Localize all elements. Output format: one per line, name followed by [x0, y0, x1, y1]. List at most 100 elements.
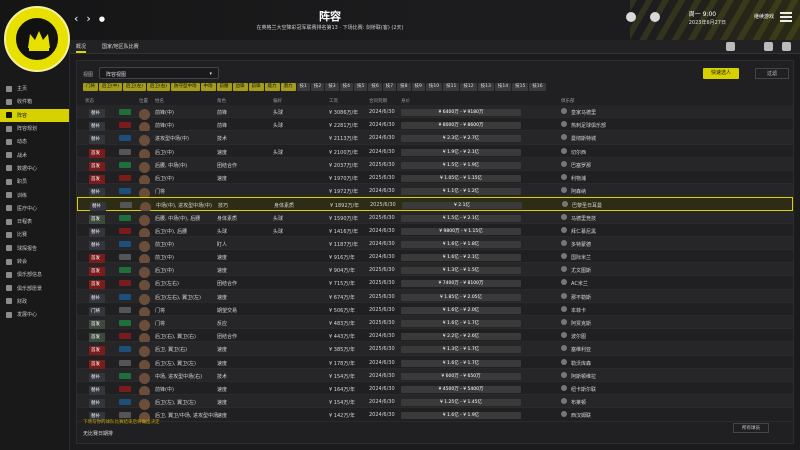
filter-chip[interactable]: 门将 [83, 83, 98, 91]
notification-icon[interactable] [726, 42, 735, 51]
table-row[interactable]: 门将 门将 期望交易 ¥ 506万/年 2025/6/30 ¥ 1.6亿 - ¥ 2.0亿… [77, 303, 793, 318]
table-row[interactable]: 替补 后卫, 翼卫/中场, 进攻型中场 速度 ¥ 142万/年 2024/6/30 ¥ 1… [77, 408, 793, 424]
col-role[interactable]: 角色 [217, 98, 226, 104]
sidebar-item-17[interactable]: 发展中心 [0, 308, 69, 321]
table-row[interactable]: 首发 门将 反应 ¥ 483万/年 2025/6/30 ¥ 1.6亿 - ¥ 1.7亿 阿贾… [77, 316, 793, 331]
filter-chip[interactable]: 技16 [529, 83, 546, 91]
filter-chip[interactable]: 后卫(中) [99, 83, 123, 91]
filter-chip[interactable]: 边锋 [232, 83, 248, 91]
filter-chip[interactable]: 技5 [354, 83, 368, 91]
table-row[interactable]: 首发 后卫(中) 速度 ¥ 1970万/年 2025/6/30 ¥ 1.05亿 - ¥ 1… [77, 171, 793, 186]
col-wage[interactable]: 工资 [329, 98, 338, 104]
player-role: 前锋 [217, 123, 228, 130]
table-row[interactable]: 首发 后卫(中) 速度 头球 ¥ 2100万/年 2024/6/30 ¥ 1.9亿 - ¥ … [77, 145, 793, 160]
filter-chip[interactable]: 技13 [477, 83, 494, 91]
col-position[interactable]: 位置 [139, 98, 148, 104]
sidebar-item-6[interactable]: 数据中心 [0, 162, 69, 175]
filter-chip[interactable]: 技3 [325, 83, 339, 91]
sidebar-item-8[interactable]: 训练 [0, 188, 69, 201]
club-badge[interactable] [4, 6, 70, 72]
table-row[interactable]: 首发 后腰, 中场(中) 团结合作 ¥ 2037万/年 2025/6/30 ¥ 1.5亿 … [77, 157, 793, 173]
table-row[interactable]: 替补 中场(中), 进攻型中场(中) 技巧 身体素质 ¥ 1892万/年 2025/6/3… [77, 197, 793, 214]
table-row[interactable]: 首发 后腰, 中场(中), 后腰 身体素质 头球 ¥ 1590万/年 2025/6/30 ¥… [77, 210, 793, 226]
filter-chip[interactable]: 技8 [397, 83, 411, 91]
col-pref[interactable]: 偏好 [273, 98, 282, 104]
table-row[interactable]: 首发 后卫(右), 翼卫(右) 团结合作 ¥ 443万/年 2024/6/30 ¥ 2.2… [77, 329, 793, 345]
sidebar-item-5[interactable]: 战术 [0, 148, 69, 161]
sidebar-item-12[interactable]: 球探报告 [0, 242, 69, 255]
table-row[interactable]: 替补 进攻型中场(中) 技术 ¥ 2113万/年 2024/6/30 ¥ 2.3亿 - ¥… [77, 131, 793, 147]
table-row[interactable]: 首发 前卫(中) 速度 ¥ 916万/年 2024/6/30 ¥ 1.6亿 - ¥ 2.1… [77, 250, 793, 266]
sidebar-item-14[interactable]: 俱乐部信息 [0, 268, 69, 281]
table-row[interactable]: 替补 前锋(中) 前锋 头球 ¥ 2281万/年 2024/6/30 ¥ 8000万 - ¥… [77, 118, 793, 134]
player-filter-select[interactable]: 所有球员 [733, 423, 769, 433]
table-row[interactable]: 首发 后卫, 翼卫(右) 速度 ¥ 385万/年 2025/6/30 ¥ 1.3亿 - ¥… [77, 342, 793, 358]
table-row[interactable]: 首发 后卫(左右) 团结合作 ¥ 715万/年 2025/6/30 ¥ 7400万 - ¥… [77, 276, 793, 292]
filter-chip[interactable]: 前锋 [248, 83, 264, 91]
hamburger-menu-icon[interactable] [780, 12, 792, 24]
sidebar-item-4[interactable]: 动态 [0, 135, 69, 148]
filter-chip[interactable]: 后卫(右) [147, 83, 171, 91]
table-row[interactable]: 首发 后卫(中) 速度 ¥ 904万/年 2025/6/30 ¥ 1.3亿 - ¥ 1.5… [77, 263, 793, 279]
table-row[interactable]: 替补 后卫(中), 后腰 头球 头球 ¥ 1416万/年 2024/6/30 ¥ 9800万… [77, 224, 793, 239]
club-icon [561, 358, 567, 365]
filter-chip[interactable]: 技14 [494, 83, 512, 91]
filter-chip[interactable]: 中场 [200, 83, 216, 91]
table-row[interactable]: 替补 后卫(左), 翼卫(左) 速度 ¥ 154万/年 2024/6/30 ¥ 1.25亿… [77, 395, 793, 411]
filter-chip[interactable]: 技4 [339, 83, 354, 91]
filter-chip[interactable]: 前腰 [216, 83, 232, 91]
sidebar-item-11[interactable]: 比赛 [0, 228, 69, 241]
table-row[interactable]: 替补 后卫(左右), 翼卫(左) 速度 ¥ 674万/年 2025/6/30 ¥ 1.85… [77, 289, 793, 305]
sidebar-item-1[interactable]: 收件箱 [0, 95, 69, 108]
filter-chip[interactable]: 技9 [411, 83, 425, 91]
sidebar-item-16[interactable]: 财政 [0, 295, 69, 308]
filter-chip[interactable]: 技1 [296, 83, 310, 91]
filter-chip[interactable]: 后卫(左) [123, 83, 147, 91]
filter-chip[interactable]: 技10 [425, 83, 443, 91]
filter-chip[interactable]: 技2 [310, 83, 325, 91]
col-club[interactable]: 俱乐部 [561, 98, 575, 104]
col-name[interactable]: 姓名 [155, 98, 164, 104]
screen-icon[interactable] [764, 42, 773, 51]
col-status[interactable]: 状态 [85, 98, 94, 104]
col-expiry[interactable]: 合同到期 [369, 98, 387, 104]
quick-pick-button[interactable]: 快速选人 [703, 68, 739, 79]
club-icon [561, 108, 567, 114]
footer-note: 下场与你的球队比赛结束后将做出决定 [83, 420, 160, 425]
table-row[interactable]: 替补 中场, 进攻型中场(右) 技术 ¥ 154万/年 2024/6/30 ¥ 600万 … [77, 368, 793, 384]
filter-chip[interactable]: 技7 [382, 83, 397, 91]
col-value[interactable]: 身价 [401, 98, 410, 104]
player-role: 头球 [217, 228, 228, 235]
sidebar-item-3[interactable]: 阵容规划 [0, 122, 69, 135]
sidebar-item-label: 职员 [17, 179, 28, 186]
sidebar-item-0[interactable]: 主页 [0, 82, 69, 95]
filter-chip[interactable]: 防守型中场 [171, 83, 200, 91]
sidebar-item-9[interactable]: 医疗中心 [0, 202, 69, 215]
view-select[interactable]: 阵容视图 ▾ [99, 67, 219, 79]
filter-chip[interactable]: 技12 [460, 83, 477, 91]
continue-button[interactable]: 继续游戏 [754, 13, 774, 20]
table-row[interactable]: 替补 前锋(中) 前锋 头球 ¥ 3086万/年 2024/6/30 ¥ 6400万 - ¥… [77, 105, 793, 120]
tab-national[interactable]: 国家/地区队比赛 [102, 43, 139, 50]
filter-chip[interactable]: 技6 [368, 83, 382, 91]
sidebar-item-7[interactable]: 职员 [0, 175, 69, 188]
filter-chip[interactable]: 潜力 [280, 83, 296, 91]
settings-icon[interactable] [782, 42, 791, 51]
table-row[interactable]: 首发 后卫(左), 翼卫(左) 速度 ¥ 178万/年 2024/6/30 ¥ 1.6亿 … [77, 356, 793, 371]
sidebar-item-2[interactable]: 阵容 [0, 108, 69, 122]
filter-chip[interactable]: 技11 [443, 83, 460, 91]
sidebar-item-13[interactable]: 转会 [0, 255, 69, 268]
filter-chip[interactable]: 能力 [264, 83, 280, 91]
table-row[interactable]: 替补 前锋(中) 速度 ¥ 164万/年 2024/6/30 ¥ 4500万 - ¥ 54… [77, 382, 793, 397]
table-row[interactable]: 替补 前卫(中) 盯人 ¥ 1187万/年 2024/6/30 ¥ 1.6亿 - ¥ 1.… [77, 236, 793, 252]
sidebar-item-15[interactable]: 俱乐部愿景 [0, 281, 69, 294]
player-wage: ¥ 154万/年 [329, 373, 355, 380]
table-row[interactable]: 替补 门将 ¥ 1972万/年 2024/6/30 ¥ 1.1亿 - ¥ 1.2亿 阿森纳 [77, 184, 793, 200]
tab-overview[interactable]: 概况 [76, 43, 87, 53]
alert-icon[interactable] [650, 12, 660, 22]
filter-chip[interactable]: 技15 [512, 83, 529, 91]
sidebar-item-10[interactable]: 日程表 [0, 215, 69, 228]
filter-select[interactable]: 过滤 [755, 68, 789, 79]
shield-icon[interactable] [626, 12, 636, 22]
club-icon [561, 187, 567, 194]
